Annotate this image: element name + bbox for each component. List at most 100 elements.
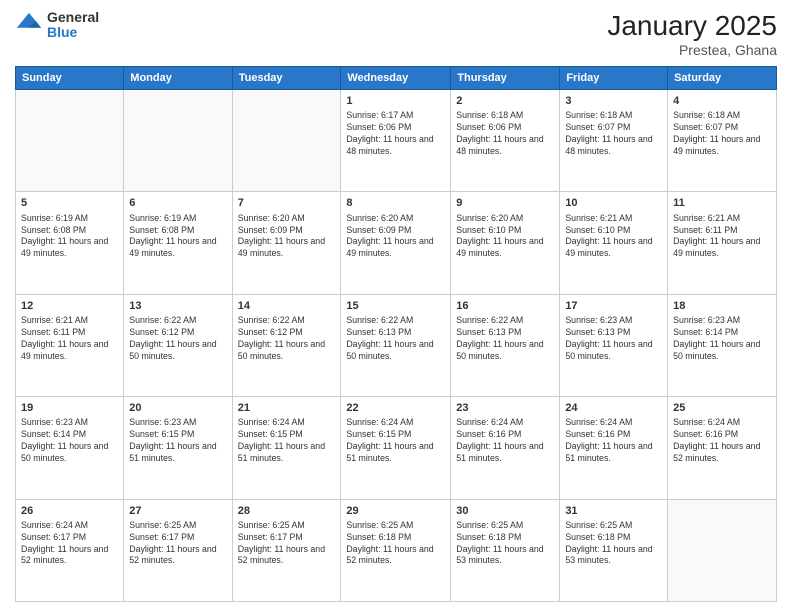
day-number: 10 [565, 196, 662, 210]
calendar-cell: 31Sunrise: 6:25 AM Sunset: 6:18 PM Dayli… [560, 499, 668, 601]
calendar-day-header: Wednesday [341, 67, 451, 90]
day-info: Sunrise: 6:24 AM Sunset: 6:16 PM Dayligh… [565, 417, 662, 465]
day-number: 6 [129, 196, 226, 210]
calendar-cell: 23 Sunrise: 6:24 AM Sunset: 6:16 PM Dayli… [451, 397, 560, 499]
day-info: Sunrise: 6:25 AM Sunset: 6:17 PM Dayligh… [238, 520, 336, 568]
title-block: January 2025 Prestea, Ghana [607, 10, 777, 58]
day-number: 2 [456, 94, 554, 108]
day-number: 30 [456, 504, 554, 518]
day-number: 14 [238, 299, 336, 313]
calendar-cell: 1Sunrise: 6:17 AM Sunset: 6:06 PM Daylig… [341, 90, 451, 192]
day-info: Sunrise: 6:20 AM Sunset: 6:10 PM Dayligh… [456, 213, 554, 261]
calendar-day-header: Sunday [16, 67, 124, 90]
calendar-cell: 30 Sunrise: 6:25 AM Sunset: 6:18 PM Dayli… [451, 499, 560, 601]
day-info: Sunrise: 6:24 AM Sunset: 6:16 PM Dayligh… [673, 417, 771, 465]
day-info: Sunrise: 6:25 AM Sunset: 6:17 PM Dayligh… [129, 520, 226, 568]
day-number: 24 [565, 401, 662, 415]
day-number: 22 [346, 401, 445, 415]
calendar-day-header: Monday [124, 67, 232, 90]
day-number: 29 [346, 504, 445, 518]
day-number: 21 [238, 401, 336, 415]
day-info: Sunrise: 6:22 AM Sunset: 6:12 PM Dayligh… [238, 315, 336, 363]
logo: General Blue [15, 10, 99, 41]
header: General Blue January 2025 Prestea, Ghana [15, 10, 777, 58]
location-subtitle: Prestea, Ghana [607, 42, 777, 58]
day-info: Sunrise: 6:18 AM Sunset: 6:07 PM Dayligh… [565, 110, 662, 158]
day-info: Sunrise: 6:21 AM Sunset: 6:11 PM Dayligh… [21, 315, 118, 363]
month-title: January 2025 [607, 10, 777, 42]
calendar-cell: 2 Sunrise: 6:18 AM Sunset: 6:06 PM Daylig… [451, 90, 560, 192]
day-info: Sunrise: 6:25 AM Sunset: 6:18 PM Dayligh… [456, 520, 554, 568]
logo-general: General [47, 10, 99, 25]
day-info: Sunrise: 6:25 AM Sunset: 6:18 PM Dayligh… [346, 520, 445, 568]
calendar-cell [668, 499, 777, 601]
calendar-cell: 3 Sunrise: 6:18 AM Sunset: 6:07 PM Daylig… [560, 90, 668, 192]
calendar-cell: 16 Sunrise: 6:22 AM Sunset: 6:13 PM Dayli… [451, 294, 560, 396]
logo-text: General Blue [47, 10, 99, 41]
calendar-cell: 26 Sunrise: 6:24 AM Sunset: 6:17 PM Dayli… [16, 499, 124, 601]
day-info: Sunrise: 6:19 AM Sunset: 6:08 PM Dayligh… [21, 213, 118, 261]
day-number: 12 [21, 299, 118, 313]
day-number: 16 [456, 299, 554, 313]
day-number: 4 [673, 94, 771, 108]
calendar-cell: 20 Sunrise: 6:23 AM Sunset: 6:15 PM Dayli… [124, 397, 232, 499]
day-number: 27 [129, 504, 226, 518]
day-info: Sunrise: 6:20 AM Sunset: 6:09 PM Dayligh… [346, 213, 445, 261]
calendar-day-header: Thursday [451, 67, 560, 90]
day-info: Sunrise: 6:18 AM Sunset: 6:06 PM Dayligh… [456, 110, 554, 158]
logo-blue: Blue [47, 25, 99, 40]
calendar-cell [16, 90, 124, 192]
day-info: Sunrise: 6:20 AM Sunset: 6:09 PM Dayligh… [238, 213, 336, 261]
calendar-week-row: 19Sunrise: 6:23 AM Sunset: 6:14 PM Dayli… [16, 397, 777, 499]
day-number: 23 [456, 401, 554, 415]
day-number: 8 [346, 196, 445, 210]
logo-icon [15, 11, 43, 39]
calendar-cell: 6Sunrise: 6:19 AM Sunset: 6:08 PM Daylig… [124, 192, 232, 294]
calendar-day-header: Friday [560, 67, 668, 90]
day-number: 26 [21, 504, 118, 518]
day-number: 7 [238, 196, 336, 210]
day-info: Sunrise: 6:24 AM Sunset: 6:16 PM Dayligh… [456, 417, 554, 465]
calendar-cell: 15Sunrise: 6:22 AM Sunset: 6:13 PM Dayli… [341, 294, 451, 396]
calendar-cell: 5 Sunrise: 6:19 AM Sunset: 6:08 PM Daylig… [16, 192, 124, 294]
calendar-cell: 10 Sunrise: 6:21 AM Sunset: 6:10 PM Dayli… [560, 192, 668, 294]
calendar-week-row: 26 Sunrise: 6:24 AM Sunset: 6:17 PM Dayli… [16, 499, 777, 601]
calendar-cell: 13Sunrise: 6:22 AM Sunset: 6:12 PM Dayli… [124, 294, 232, 396]
calendar-cell: 27 Sunrise: 6:25 AM Sunset: 6:17 PM Dayli… [124, 499, 232, 601]
day-number: 11 [673, 196, 771, 210]
calendar-cell: 25 Sunrise: 6:24 AM Sunset: 6:16 PM Dayli… [668, 397, 777, 499]
day-info: Sunrise: 6:21 AM Sunset: 6:10 PM Dayligh… [565, 213, 662, 261]
day-info: Sunrise: 6:23 AM Sunset: 6:14 PM Dayligh… [673, 315, 771, 363]
calendar-cell [232, 90, 341, 192]
day-number: 25 [673, 401, 771, 415]
day-number: 15 [346, 299, 445, 313]
calendar-cell: 22Sunrise: 6:24 AM Sunset: 6:15 PM Dayli… [341, 397, 451, 499]
calendar-cell: 4 Sunrise: 6:18 AM Sunset: 6:07 PM Daylig… [668, 90, 777, 192]
day-info: Sunrise: 6:23 AM Sunset: 6:13 PM Dayligh… [565, 315, 662, 363]
calendar-cell [124, 90, 232, 192]
day-info: Sunrise: 6:24 AM Sunset: 6:17 PM Dayligh… [21, 520, 118, 568]
day-info: Sunrise: 6:22 AM Sunset: 6:13 PM Dayligh… [456, 315, 554, 363]
calendar-cell: 12 Sunrise: 6:21 AM Sunset: 6:11 PM Dayli… [16, 294, 124, 396]
day-info: Sunrise: 6:23 AM Sunset: 6:15 PM Dayligh… [129, 417, 226, 465]
calendar-cell: 9 Sunrise: 6:20 AM Sunset: 6:10 PM Daylig… [451, 192, 560, 294]
day-info: Sunrise: 6:23 AM Sunset: 6:14 PM Dayligh… [21, 417, 118, 465]
calendar-table: SundayMondayTuesdayWednesdayThursdayFrid… [15, 66, 777, 602]
calendar-cell: 17 Sunrise: 6:23 AM Sunset: 6:13 PM Dayli… [560, 294, 668, 396]
day-number: 17 [565, 299, 662, 313]
day-number: 3 [565, 94, 662, 108]
calendar-cell: 8 Sunrise: 6:20 AM Sunset: 6:09 PM Daylig… [341, 192, 451, 294]
day-number: 9 [456, 196, 554, 210]
day-number: 20 [129, 401, 226, 415]
day-number: 13 [129, 299, 226, 313]
calendar-week-row: 1Sunrise: 6:17 AM Sunset: 6:06 PM Daylig… [16, 90, 777, 192]
day-number: 5 [21, 196, 118, 210]
calendar-cell: 28Sunrise: 6:25 AM Sunset: 6:17 PM Dayli… [232, 499, 341, 601]
calendar-header-row: SundayMondayTuesdayWednesdayThursdayFrid… [16, 67, 777, 90]
calendar-cell: 29 Sunrise: 6:25 AM Sunset: 6:18 PM Dayli… [341, 499, 451, 601]
day-info: Sunrise: 6:18 AM Sunset: 6:07 PM Dayligh… [673, 110, 771, 158]
day-info: Sunrise: 6:21 AM Sunset: 6:11 PM Dayligh… [673, 213, 771, 261]
day-info: Sunrise: 6:17 AM Sunset: 6:06 PM Dayligh… [346, 110, 445, 158]
page: General Blue January 2025 Prestea, Ghana… [0, 0, 792, 612]
day-number: 18 [673, 299, 771, 313]
